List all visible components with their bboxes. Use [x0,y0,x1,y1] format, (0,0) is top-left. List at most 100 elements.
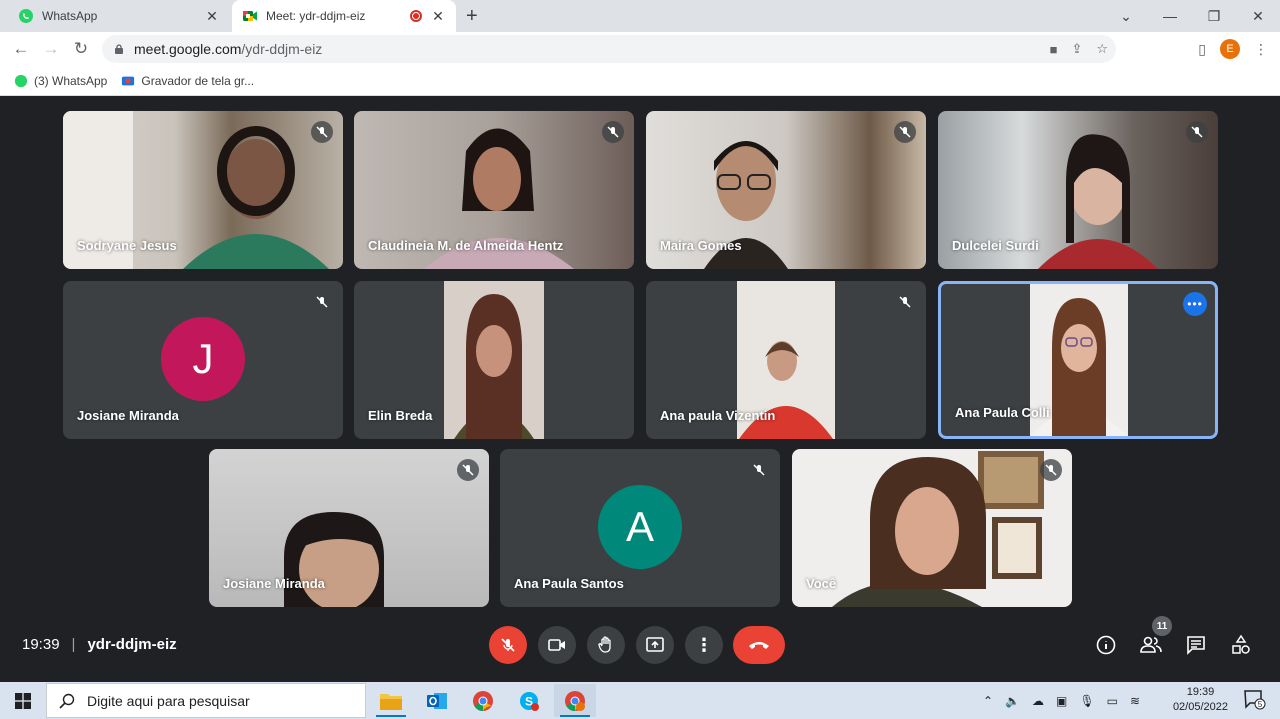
reload-icon[interactable]: ↻ [66,39,96,59]
camera-in-use-icon[interactable]: ■ [1050,42,1058,57]
meet-now-icon[interactable]: ▣ [1056,694,1067,708]
tab-meet[interactable]: Meet: ydr-ddjm-eiz ✕ [232,0,456,32]
participant-tile[interactable]: Elin Breda [354,281,634,439]
minimize-button[interactable]: — [1148,8,1192,24]
skype-icon[interactable]: S [508,684,550,717]
close-window-button[interactable]: ✕ [1236,8,1280,25]
restore-button[interactable]: ❐ [1192,8,1236,25]
mic-off-icon [311,121,333,143]
divider: | [71,636,76,653]
mic-off-icon [748,459,770,481]
close-tab-icon[interactable]: ✕ [204,8,220,25]
participant-tile[interactable]: Sodryane Jesus [63,111,343,269]
participant-video [444,281,544,439]
more-options-icon[interactable]: ••• [1183,292,1207,316]
participant-name: Ana paula Vizentin [660,408,776,423]
side-panel-icon[interactable]: ▯ [1198,41,1206,58]
notification-count: 5 [1258,700,1263,709]
participant-name: Ana Paula Colli [955,405,1050,420]
participant-tile[interactable]: Ana paula Vizentin [646,281,926,439]
more-options-button[interactable]: ⋮ [685,626,723,664]
meeting-code: ydr-ddjm-eiz [87,636,177,653]
profile-avatar[interactable]: E [1220,39,1240,59]
participant-tile[interactable]: A Ana Paula Santos [500,449,780,607]
windows-start-button[interactable] [0,682,46,719]
leave-call-button[interactable] [733,626,785,664]
mic-off-icon [311,291,333,313]
taskbar-clock[interactable]: 19:39 02/05/2022 [1173,685,1228,715]
volume-icon[interactable]: 🔈 [1005,694,1020,708]
show-hidden-icons-icon[interactable]: ⌃ [983,694,993,708]
participant-tile[interactable]: Josiane Miranda [209,449,489,607]
clock-date: 02/05/2022 [1172,701,1228,713]
url-host: meet.google.com [134,41,242,57]
raise-hand-icon [598,636,611,653]
participant-avatar: A [598,485,682,569]
present-screen-button[interactable] [636,626,674,664]
window-controls: ⌄ — ❐ ✕ [1104,0,1280,32]
participant-name: Ana Paula Santos [514,576,624,591]
wifi-icon[interactable]: ≋ [1130,694,1140,708]
participant-tile[interactable]: Dulcelei Surdi [938,111,1218,269]
mic-off-icon [894,291,916,313]
mic-off-icon [457,459,479,481]
new-tab-button[interactable]: + [466,6,478,26]
chrome-profile-icon[interactable] [554,684,596,717]
meet-area: Sodryane Jesus Claudineia M. de Almeida … [0,96,1280,682]
clock-time: 19:39 [1186,686,1215,698]
taskbar-search-box[interactable]: Digite aqui para pesquisar [46,683,366,718]
raise-hand-button[interactable] [587,626,625,664]
menu-icon[interactable]: ⋮ [1254,41,1268,58]
forward-icon[interactable]: → [36,39,66,59]
whatsapp-icon [18,8,34,24]
lock-icon [115,44,123,54]
url-path: /ydr-ddjm-eiz [241,41,323,57]
meeting-details-button[interactable] [1091,630,1121,660]
share-icon[interactable]: ⇪ [1071,41,1082,57]
recording-icon [410,10,422,22]
participant-name: Você [806,576,837,591]
participant-tile[interactable]: Claudineia M. de Almeida Hentz [354,111,634,269]
participant-count-badge: 11 [1152,616,1172,636]
participant-tile[interactable]: J Josiane Miranda [63,281,343,439]
google-meet-icon [242,8,258,24]
participant-name: Dulcelei Surdi [952,238,1039,253]
participant-tile-speaking[interactable]: ••• Ana Paula Colli [938,281,1218,439]
bookmark-screen-recorder[interactable]: Gravador de tela gr... [121,74,254,88]
address-bar[interactable]: meet.google.com/ydr-ddjm-eiz ■ ⇪ ☆ [102,35,1116,63]
meeting-time: 19:39 [22,636,60,653]
participant-tile-self[interactable]: Você [792,449,1072,607]
back-icon[interactable]: ← [6,39,36,59]
outlook-icon[interactable] [416,684,458,717]
search-placeholder: Digite aqui para pesquisar [87,692,250,709]
meeting-info: 19:39 | ydr-ddjm-eiz [22,636,177,653]
info-icon [1096,635,1116,655]
bookmark-star-icon[interactable]: ☆ [1096,41,1108,57]
file-explorer-icon[interactable] [370,684,412,717]
battery-icon[interactable]: ▭ [1107,694,1118,708]
mic-off-icon [501,638,515,652]
chat-button[interactable] [1181,630,1211,660]
tab-title: WhatsApp [42,9,98,23]
notifications-icon[interactable]: 5 [1244,690,1266,715]
present-icon [646,637,664,652]
close-tab-icon[interactable]: ✕ [430,8,446,25]
tab-whatsapp[interactable]: WhatsApp ✕ [8,0,230,32]
chat-icon [1187,636,1205,655]
bookmark-whatsapp[interactable]: (3) WhatsApp [14,74,107,88]
participant-tile[interactable]: Maira Gomes [646,111,926,269]
chrome-icon[interactable] [462,684,504,717]
participant-avatar: J [161,317,245,401]
camera-toggle-button[interactable] [538,626,576,664]
browser-toolbar: ← → ↻ meet.google.com/ydr-ddjm-eiz ■ ⇪ ☆… [0,32,1280,66]
bookmark-label: (3) WhatsApp [34,73,108,88]
mic-toggle-button[interactable] [489,626,527,664]
participant-name: Elin Breda [368,408,433,423]
tab-search-icon[interactable]: ⌄ [1104,8,1148,25]
system-tray: ⌃ 🔈 ☁ ▣ 🎙 ▭ ≋ [983,682,1140,719]
mic-off-icon [894,121,916,143]
onedrive-icon[interactable]: ☁ [1032,694,1044,708]
whatsapp-icon [14,74,28,87]
activities-button[interactable] [1226,630,1256,660]
microphone-icon[interactable]: 🎙 [1079,694,1094,708]
